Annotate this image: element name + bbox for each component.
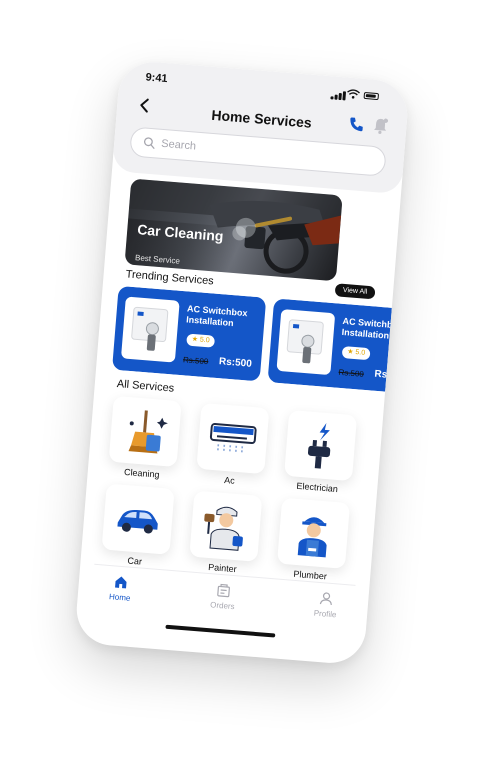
rating-value: 5.0 xyxy=(199,336,210,345)
switchbox-image xyxy=(120,296,180,363)
old-price: Rs.500 xyxy=(338,367,365,379)
rating-badge: ★ 5.0 xyxy=(341,346,371,361)
switchbox-icon xyxy=(286,319,324,364)
switchbox-image xyxy=(276,308,336,376)
orders-icon xyxy=(217,583,230,598)
plug-icon xyxy=(307,422,331,469)
bell-icon[interactable] xyxy=(372,117,389,135)
painter-icon xyxy=(204,506,243,551)
home-indicator xyxy=(165,624,276,638)
service-tile-electrician[interactable] xyxy=(284,409,358,482)
nav-orders[interactable]: Orders xyxy=(192,581,254,613)
service-label: Electrician xyxy=(296,480,339,495)
profile-icon xyxy=(319,592,332,605)
service-tile-car[interactable] xyxy=(101,483,175,555)
plumber-icon xyxy=(297,517,327,558)
trending-carousel[interactable]: AC Switchbox Installation ★ 5.0 Rs.500 R… xyxy=(96,285,392,392)
search-icon xyxy=(143,137,155,149)
service-name: AC Switchbox Installation xyxy=(185,303,248,329)
all-services-title: All Services xyxy=(116,378,175,395)
new-price: Rs:500 xyxy=(218,356,253,370)
phone-icon[interactable] xyxy=(348,116,365,133)
switchbox-icon xyxy=(131,306,169,351)
status-time: 9:41 xyxy=(145,71,168,86)
service-tile-ac[interactable] xyxy=(196,402,270,475)
service-label: Ac xyxy=(223,474,236,486)
nav-label: Home xyxy=(108,592,131,603)
home-icon xyxy=(115,576,127,589)
view-all-button[interactable]: View All xyxy=(334,283,376,300)
car-icon xyxy=(117,509,158,534)
trending-card[interactable]: AC Switchbox Installation ★ 5.0 Rs.500 R… xyxy=(112,285,267,382)
battery-icon xyxy=(363,91,380,101)
back-arrow-icon[interactable] xyxy=(137,97,152,114)
service-tile-painter[interactable] xyxy=(189,490,263,562)
phone-frame: 9:41 Home Services Search Car Cleaning B… xyxy=(74,59,410,666)
rating-value: 5.0 xyxy=(355,349,366,357)
nav-home[interactable]: Home xyxy=(89,573,151,605)
old-price: Rs.500 xyxy=(182,355,209,367)
trending-title: Trending Services xyxy=(125,268,215,288)
nav-label: Orders xyxy=(209,600,235,612)
service-label: Cleaning xyxy=(123,466,160,480)
promo-banner[interactable]: Car Cleaning Best Service xyxy=(124,178,343,282)
signal-icon xyxy=(330,90,346,101)
cleaning-icon xyxy=(128,410,168,454)
service-name: AC Switchbox Installation xyxy=(341,315,392,341)
rating-badge: ★ 5.0 xyxy=(186,333,216,348)
service-tile-cleaning[interactable] xyxy=(108,395,182,468)
nav-profile[interactable]: Profile xyxy=(295,589,357,621)
nav-label: Profile xyxy=(313,608,337,620)
wifi-icon xyxy=(347,89,360,99)
service-tile-plumber[interactable] xyxy=(276,497,351,569)
ac-icon xyxy=(209,423,257,453)
new-price: Rs:500 xyxy=(374,368,392,383)
stage: 9:41 Home Services Search Car Cleaning B… xyxy=(0,0,479,772)
trending-card[interactable]: AC Switchbox Installation ★ 5.0 Rs.500 R… xyxy=(267,298,392,392)
